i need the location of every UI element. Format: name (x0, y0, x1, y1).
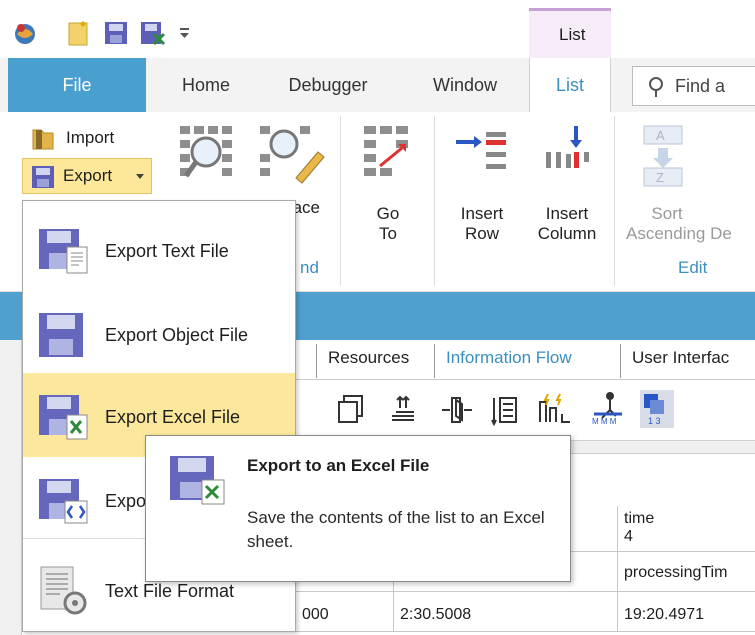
insert-row-label-line2: Row (464, 224, 499, 243)
group-label-edit: Edit (678, 258, 708, 277)
tab-file[interactable]: File (8, 58, 146, 112)
svg-text:1 3: 1 3 (648, 416, 661, 426)
stack-icon[interactable] (388, 394, 420, 426)
menu-label: Text File Format (105, 581, 235, 601)
customize-toolbar-icon[interactable] (178, 26, 192, 52)
sort-label-line1: Sort (651, 204, 683, 223)
tab-window[interactable]: Window (410, 58, 520, 112)
flow-icon[interactable] (440, 394, 474, 426)
copy-icon[interactable] (336, 394, 366, 426)
app-logo-icon[interactable] (12, 20, 38, 46)
save-icon[interactable] (104, 20, 128, 46)
find-icon (180, 126, 232, 178)
tab-debugger[interactable]: Debugger (266, 58, 390, 112)
insert-column-icon (546, 126, 589, 168)
export-icon (32, 166, 54, 188)
ribbon-separator (340, 116, 341, 286)
import-button[interactable]: Import (26, 124, 146, 154)
menu-label: Export Excel File (105, 407, 241, 427)
tab-separator (316, 344, 317, 378)
excel-floppy-icon (39, 395, 88, 440)
insert-row-icon (456, 132, 506, 169)
search-placeholder: Find a (675, 76, 726, 96)
resource-person-icon[interactable]: M M M (590, 390, 626, 426)
sort-label-line2: Ascending De (626, 224, 732, 243)
replace-icon (260, 126, 325, 184)
tooltip-title: Export to an Excel File (247, 456, 430, 475)
menu-item-export-object-file[interactable]: Export Object File (23, 291, 295, 375)
list-sort-icon[interactable] (490, 394, 520, 426)
insert-column-label-line1: Insert (545, 204, 589, 223)
quick-access-toolbar: List (0, 0, 755, 58)
goto-label-line2: To (379, 224, 397, 243)
group-label-find-partial: nd (300, 258, 319, 277)
sort-ascending-button[interactable]: A Z Sort Ascending De (622, 118, 755, 248)
menu-item-export-text-file[interactable]: Export Text File (23, 207, 295, 291)
tab-list[interactable]: List (529, 58, 611, 112)
menu-label: Export Object File (105, 325, 249, 345)
goto-label-line1: Go (376, 204, 400, 223)
ribbon-separator (614, 116, 615, 286)
context-tab-header-label: List (559, 25, 586, 44)
list-toolbar: M M M 1 3 (296, 382, 755, 438)
table-cell[interactable]: 2:30.5008 (394, 592, 618, 632)
tooltip-description: Save the contents of the list to an Exce… (247, 508, 545, 551)
tab-home[interactable]: Home (160, 58, 252, 112)
search-icon (649, 77, 663, 97)
text-format-settings-icon (40, 566, 87, 615)
floppy-icon (39, 313, 83, 357)
tooltip-export-excel: Export to an Excel File Save the content… (145, 435, 571, 582)
tab-resources[interactable]: Resources (328, 348, 409, 368)
ribbon-tab-bar: File Home Debugger Window List Find a (0, 58, 755, 112)
tab-separator (434, 344, 435, 378)
svg-text:Z: Z (656, 170, 664, 185)
column-time-label: time (624, 510, 655, 527)
find-button[interactable] (174, 118, 248, 188)
sort-ascending-icon: A Z (643, 125, 683, 187)
chart-signal-icon[interactable] (536, 392, 572, 426)
search-input[interactable]: Find a (632, 66, 755, 106)
document-tabs: Resources Information Flow User Interfac (296, 340, 755, 380)
save-as-icon[interactable] (140, 20, 166, 46)
tab-information-flow[interactable]: Information Flow (446, 348, 572, 368)
replace-button[interactable] (256, 118, 330, 188)
xml-floppy-icon (39, 479, 88, 524)
table-cell[interactable]: 000 (296, 592, 394, 632)
import-icon (32, 129, 54, 150)
insert-row-button[interactable]: Insert Row (444, 118, 520, 248)
svg-text:A: A (656, 128, 665, 143)
goto-icon (364, 126, 408, 176)
tab-separator (620, 344, 621, 378)
export-label: Export (63, 166, 113, 185)
table-header-time[interactable]: time 4 (618, 506, 755, 552)
insert-column-label-line2: Column (537, 224, 597, 243)
left-panel-edge (0, 340, 22, 635)
menu-label: Export Text File (105, 241, 229, 261)
excel-floppy-icon (170, 456, 225, 505)
text-file-floppy-icon (39, 229, 88, 274)
import-label: Import (66, 128, 115, 147)
export-button[interactable]: Export (22, 158, 152, 194)
svg-text:M M M: M M M (592, 417, 617, 426)
column-time-index: 4 (624, 528, 633, 545)
table-cell[interactable]: 19:20.4971 (618, 592, 755, 632)
insert-row-label-line1: Insert (460, 204, 504, 223)
table-header-cell[interactable]: processingTim (618, 552, 755, 592)
tab-user-interface[interactable]: User Interfac (632, 348, 729, 368)
new-file-icon[interactable] (66, 20, 92, 46)
menu-label: Expo (105, 491, 147, 511)
context-tab-header: List (529, 8, 611, 58)
goto-button[interactable]: Go To (352, 118, 424, 248)
ribbon-separator (434, 116, 435, 286)
chevron-down-icon (136, 174, 144, 179)
insert-column-button[interactable]: Insert Column (526, 118, 608, 248)
table-numbers-icon[interactable]: 1 3 (640, 390, 674, 428)
